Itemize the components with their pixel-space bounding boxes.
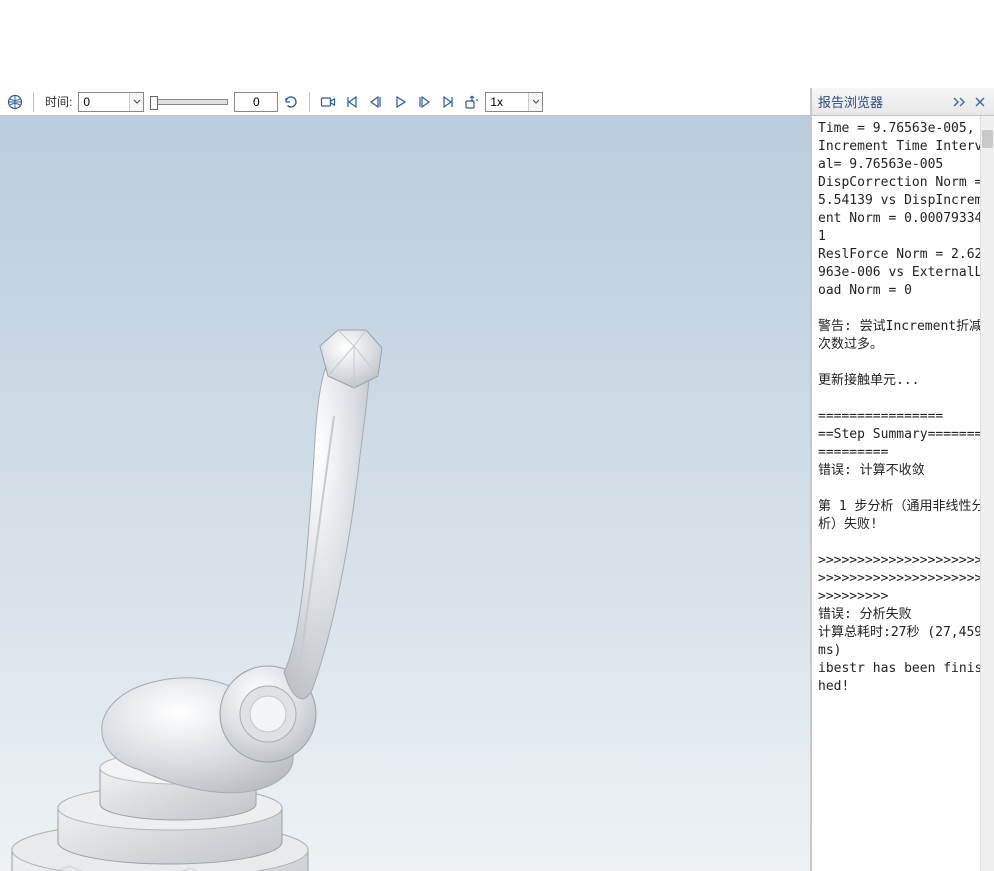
model-geometry [10, 296, 420, 871]
speed-value: 1x [486, 95, 528, 109]
close-icon[interactable] [972, 94, 988, 110]
log-separator: >>>>>>>>>>>>>>>>>>>>>>>>>>>>>>>>>>>>>>>>… [818, 553, 982, 604]
time-label: 时间: [45, 93, 72, 110]
vertical-scrollbar[interactable] [980, 116, 994, 871]
globe-home-icon[interactable] [4, 91, 26, 113]
animation-toolbar: 时间: 0 [0, 88, 810, 116]
time-slider[interactable] [150, 99, 228, 105]
chevron-down-icon [528, 93, 542, 111]
log-error: 错误: 分析失败 [818, 607, 912, 622]
chevron-down-icon [129, 93, 143, 111]
time-combo-value: 0 [79, 95, 129, 109]
log-step-summary: ==Step Summary================ [818, 427, 982, 460]
log-output[interactable]: Time = 9.76563e-005, Increment Time Inte… [812, 116, 994, 871]
log-line: DispCorrection Norm = 5.54139 vs DispInc… [818, 175, 990, 244]
report-browser-panel: 报告浏览器 Time = 9.76563e-005, Increment Tim… [811, 88, 994, 871]
log-line: 更新接触单元... [818, 373, 919, 388]
time-combo[interactable]: 0 [78, 92, 144, 112]
step-back-icon[interactable] [365, 91, 387, 113]
log-line: Time = 9.76563e-005, Increment Time Inte… [818, 121, 982, 172]
panel-title: 报告浏览器 [818, 92, 883, 111]
speed-combo[interactable]: 1x [485, 92, 543, 112]
export-icon[interactable] [461, 91, 483, 113]
skip-end-icon[interactable] [437, 91, 459, 113]
slider-thumb[interactable] [150, 96, 158, 110]
3d-viewport[interactable] [0, 116, 810, 871]
log-line: ReslForce Norm = 2.62963e-006 vs Externa… [818, 247, 982, 298]
log-error: 错误: 计算不收敛 [818, 463, 925, 478]
time-input[interactable] [234, 92, 278, 112]
skip-start-icon[interactable] [341, 91, 363, 113]
camera-icon[interactable] [317, 91, 339, 113]
play-icon[interactable] [389, 91, 411, 113]
log-fail: 第 1 步分析（通用非线性分析）失败! [818, 499, 984, 532]
collapse-icon[interactable] [952, 94, 968, 110]
window-chrome-spacer [0, 0, 994, 88]
log-finished: ibestr has been finished! [818, 661, 982, 694]
log-warning: 警告: 尝试Increment折减次数过多。 [818, 319, 982, 352]
log-time: 计算总耗时:27秒 (27,459ms) [818, 625, 982, 658]
refresh-icon[interactable] [280, 91, 302, 113]
step-forward-icon[interactable] [413, 91, 435, 113]
log-separator: ================ [818, 409, 943, 424]
scrollbar-thumb[interactable] [982, 130, 993, 148]
panel-titlebar: 报告浏览器 [812, 88, 994, 116]
